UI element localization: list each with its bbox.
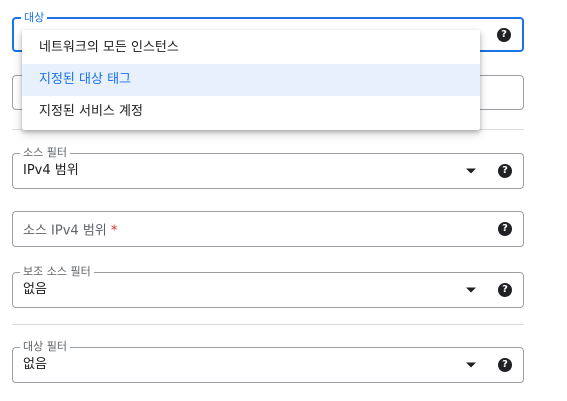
secondary-source-filter-select[interactable]: 보조 소스 필터 없음 ? <box>12 265 524 308</box>
destination-filter-select[interactable]: 대상 필터 없음 ? <box>12 340 524 383</box>
help-icon[interactable]: ? <box>497 27 511 42</box>
source-ipv4-placeholder-text: 소스 IPv4 범위 <box>23 223 107 239</box>
source-filter-label: 소스 필터 <box>20 146 70 160</box>
divider <box>12 324 524 325</box>
source-ipv4-input[interactable]: 소스 IPv4 범위 * ? <box>12 211 524 247</box>
menu-item-all-instances[interactable]: 네트워크의 모든 인스턴스 <box>22 32 480 64</box>
dropdown-arrow-icon[interactable] <box>466 362 476 368</box>
help-icon[interactable]: ? <box>498 358 512 372</box>
target-label: 대상 <box>21 11 48 25</box>
destination-filter-label: 대상 필터 <box>20 340 70 354</box>
secondary-source-filter-label: 보조 소스 필터 <box>20 265 94 279</box>
source-filter-select[interactable]: 소스 필터 IPv4 범위 ? <box>12 146 524 189</box>
menu-item-service-account[interactable]: 지정된 서비스 계정 <box>22 96 480 128</box>
dropdown-arrow-icon[interactable] <box>466 168 476 174</box>
source-ipv4-placeholder: 소스 IPv4 범위 * <box>23 220 117 239</box>
help-icon[interactable]: ? <box>498 222 512 236</box>
secondary-source-filter-value: 없음 <box>23 282 47 297</box>
help-icon[interactable]: ? <box>498 164 512 178</box>
required-mark: * <box>110 223 118 239</box>
source-filter-value: IPv4 범위 <box>23 163 79 178</box>
dropdown-arrow-icon[interactable] <box>466 287 476 293</box>
menu-item-target-tags[interactable]: 지정된 대상 태그 <box>22 64 480 96</box>
destination-filter-value: 없음 <box>23 357 47 372</box>
help-icon[interactable]: ? <box>498 283 512 297</box>
target-dropdown-menu: 네트워크의 모든 인스턴스 지정된 대상 태그 지정된 서비스 계정 <box>22 30 480 130</box>
